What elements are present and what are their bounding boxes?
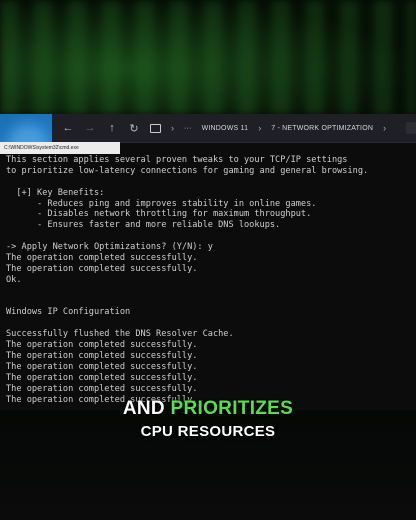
breadcrumb-network-optimization[interactable]: 7 - NETWORK OPTIMIZATION	[271, 125, 373, 132]
console-line: - Disables network throttling for maximu…	[6, 209, 312, 220]
console-line: - Reduces ping and improves stability in…	[6, 198, 317, 209]
caption-word-and: AND	[122, 398, 165, 419]
console-line: This section applies several proven twea…	[6, 155, 348, 165]
cmd-window[interactable]: C:\WINDOWS\system32\cmd.exe This section…	[0, 142, 416, 410]
chevron-right-icon: ›	[171, 123, 174, 133]
console-output[interactable]: This section applies several proven twea…	[6, 155, 410, 405]
console-line: to prioritize low-latency connections fo…	[6, 165, 369, 176]
this-pc-icon[interactable]	[150, 123, 161, 133]
console-line: - Ensures faster and more reliable DNS l…	[6, 220, 281, 231]
caption-line-2: CPU RESOURCES	[140, 423, 276, 440]
forward-arrow-icon[interactable]: →	[84, 122, 96, 134]
file-explorer-address-bar: ← → ↑ ↻ › ··· WINDOWS 11 › 7 - NETWORK O…	[52, 114, 416, 142]
console-line: Successfully flushed the DNS Resolver Ca…	[6, 329, 234, 340]
up-arrow-icon[interactable]: ↑	[106, 122, 118, 134]
breadcrumb-windows-11[interactable]: WINDOWS 11	[202, 125, 249, 132]
console-line: The operation completed successfully.	[6, 383, 198, 394]
console-line: The operation completed successfully.	[6, 253, 198, 264]
cmd-title[interactable]: C:\WINDOWS\system32\cmd.exe	[0, 142, 120, 154]
console-line: The operation completed successfully.	[6, 340, 198, 351]
refresh-icon[interactable]: ↻	[128, 122, 140, 135]
console-line: Ok.	[6, 274, 22, 285]
caption-line-1: AND PRIORITIZES	[0, 398, 416, 420]
console-line: The operation completed successfully.	[6, 263, 198, 274]
chevron-right-icon: ›	[383, 123, 387, 133]
console-line: Windows IP Configuration	[6, 307, 131, 318]
console-line: The operation completed successfully.	[6, 361, 198, 372]
monitor-screen: ← → ↑ ↻ › ··· WINDOWS 11 › 7 - NETWORK O…	[0, 114, 416, 410]
background-glow	[0, 0, 416, 115]
console-line: The operation completed successfully.	[6, 351, 198, 362]
back-arrow-icon[interactable]: ←	[62, 122, 74, 134]
address-bar-edge	[406, 122, 416, 134]
console-line: The operation completed successfully.	[6, 372, 198, 383]
console-line: [+] Key Benefits:	[6, 187, 105, 198]
chevron-right-icon: ›	[258, 123, 262, 133]
breadcrumb-more[interactable]: ···	[184, 125, 192, 132]
caption-word-prioritizes: PRIORITIZES	[170, 398, 294, 419]
console-line: -> Apply Network Optimizations? (Y/N): y	[6, 242, 213, 253]
